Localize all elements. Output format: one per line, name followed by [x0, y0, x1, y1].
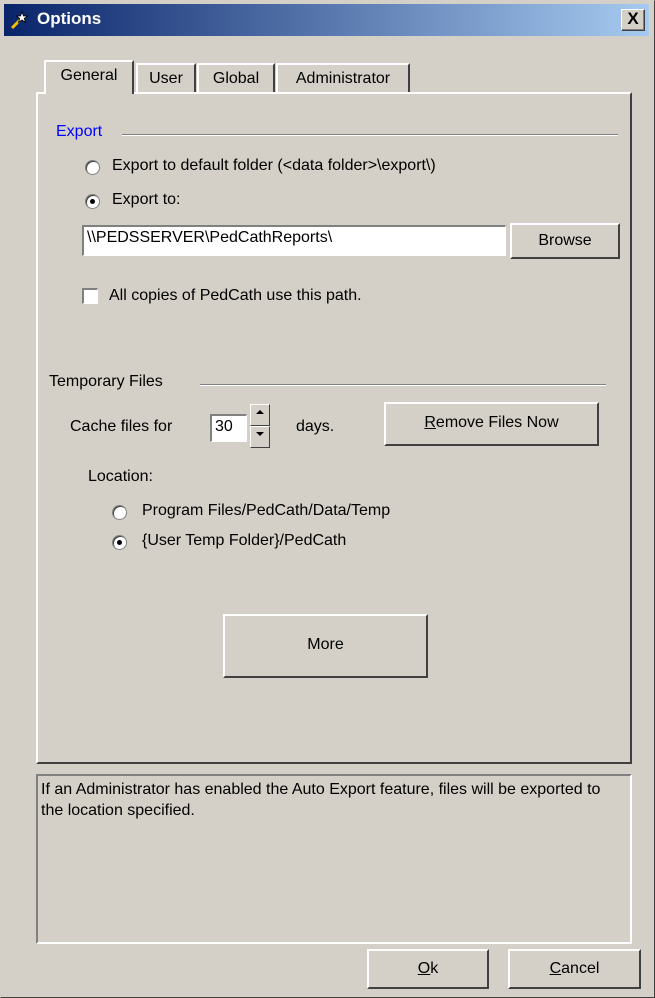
radio-selected-dot — [90, 199, 95, 204]
tab-global-label: Global — [212, 70, 260, 87]
info-text: If an Administrator has enabled the Auto… — [41, 781, 601, 819]
radio-selected-dot — [117, 540, 122, 545]
tab-global[interactable]: Global — [197, 63, 275, 93]
ok-button-label: Ok — [417, 960, 439, 977]
general-tab-panel: Export Export to default folder (<data f… — [36, 92, 632, 764]
all-copies-checkbox[interactable] — [82, 288, 98, 304]
tab-administrator-label: Administrator — [295, 70, 391, 87]
cache-prefix-label: Cache files for — [70, 418, 173, 435]
ok-button[interactable]: Ok — [367, 949, 489, 989]
close-button[interactable]: X — [621, 9, 645, 31]
location-user-temp-label: {User Temp Folder}/PedCath — [142, 532, 347, 549]
location-label: Location: — [88, 468, 153, 485]
browse-button[interactable]: Browse — [510, 223, 620, 259]
cache-days-down-button[interactable] — [250, 426, 270, 448]
tab-user-label: User — [149, 70, 183, 87]
cancel-button-label: Cancel — [549, 960, 600, 977]
cancel-button[interactable]: Cancel — [508, 949, 641, 989]
tab-general[interactable]: General — [44, 60, 134, 94]
export-group-line — [122, 134, 618, 136]
browse-button-label: Browse — [538, 232, 592, 249]
export-group-label: Export — [56, 123, 109, 141]
cache-days-input[interactable]: 30 — [210, 414, 247, 442]
app-wand-icon — [10, 10, 29, 30]
more-button-label: More — [307, 636, 344, 653]
temp-files-group-line — [200, 384, 606, 386]
export-to-radio[interactable] — [86, 195, 99, 208]
remove-files-now-label: Remove Files Now — [424, 414, 559, 431]
location-program-files-label: Program Files/PedCath/Data/Temp — [142, 502, 391, 519]
options-dialog: Options X General User Global Administra… — [0, 0, 655, 998]
title-bar[interactable]: Options X — [4, 4, 649, 36]
close-icon: X — [627, 9, 639, 28]
export-to-label: Export to: — [112, 191, 181, 208]
location-program-files-radio[interactable] — [113, 506, 126, 519]
export-default-label: Export to default folder (<data folder>\… — [112, 157, 436, 174]
remove-files-now-button[interactable]: Remove Files Now — [384, 402, 599, 446]
spin-down-icon — [256, 432, 264, 436]
info-text-box: If an Administrator has enabled the Auto… — [36, 774, 632, 944]
spin-up-icon — [256, 410, 264, 414]
cache-suffix-label: days. — [296, 418, 335, 435]
more-button[interactable]: More — [223, 614, 428, 678]
cache-days-up-button[interactable] — [250, 404, 270, 426]
tab-general-label: General — [60, 67, 118, 84]
export-default-radio[interactable] — [86, 161, 99, 174]
location-user-temp-radio[interactable] — [113, 536, 126, 549]
tab-user[interactable]: User — [136, 63, 196, 93]
temp-files-group-label: Temporary Files — [49, 373, 169, 391]
export-path-input[interactable]: \\PEDSSERVER\PedCathReports\ — [82, 225, 506, 256]
window-title: Options — [37, 9, 102, 28]
tab-administrator[interactable]: Administrator — [276, 63, 410, 93]
all-copies-label: All copies of PedCath use this path. — [109, 287, 362, 304]
